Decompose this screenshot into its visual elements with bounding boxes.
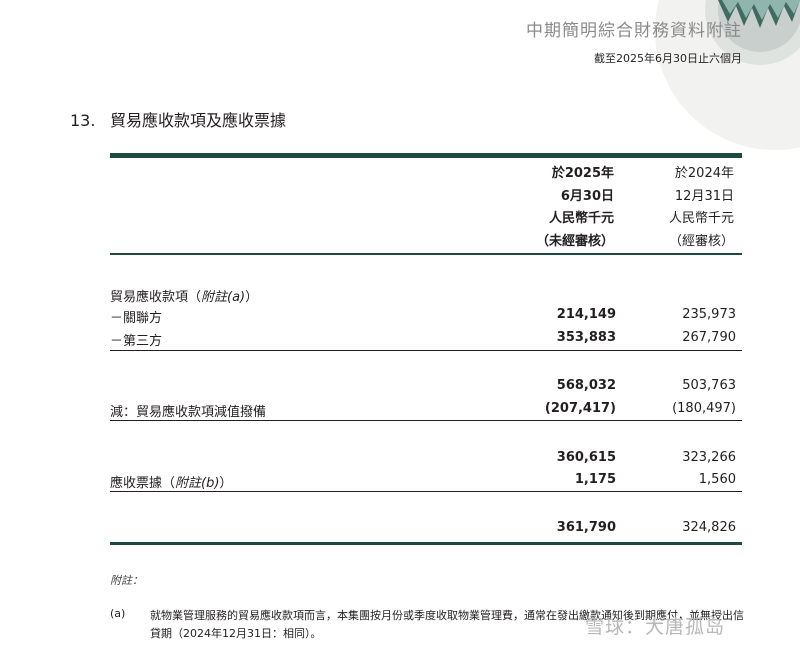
table-row-heading: 貿易應收款項（附註(a)） [110,290,259,305]
column-header-2025: 於2025年 6月30日 人民幣千元 （未經審核） [535,166,614,249]
section-number: 13. [70,111,96,130]
page-header-subtitle: 截至2025年6月30日止六個月 [594,52,742,65]
table-row-subtotal: 568,032 503,763 [556,378,736,393]
section-heading: 13. 貿易應收款項及應收票據 [70,107,286,131]
note-a-marker: (a) [110,607,126,620]
table-row-related-party: －關聯方 214,149 235,973 [110,307,736,326]
row-divider [110,491,742,492]
column-header-2024: 於2024年 12月31日 人民幣千元 （經審核） [668,166,734,249]
watermark: 雪球：大唐孤岛 [585,616,726,638]
table-row-bills: 應收票據（附註(b)） 1,175 1,560 [110,472,736,491]
row-divider [110,420,742,421]
table-row-provision: 減：貿易應收款項減值撥備 (207,417) (180,497) [110,401,736,420]
table-row-net: 360,615 323,266 [556,450,736,465]
table-bottom-rule [110,542,742,545]
row-divider [110,350,742,351]
table-row-third-party: －第三方 353,883 267,790 [110,330,736,349]
page-header-title: 中期簡明綜合財務資料附註 [526,21,742,41]
table-row-total: 361,790 324,826 [556,520,736,535]
notes-heading: 附註： [110,574,143,587]
table-top-rule [110,153,742,158]
header-bottom-rule [110,253,742,255]
section-title: 貿易應收款項及應收票據 [110,111,287,130]
